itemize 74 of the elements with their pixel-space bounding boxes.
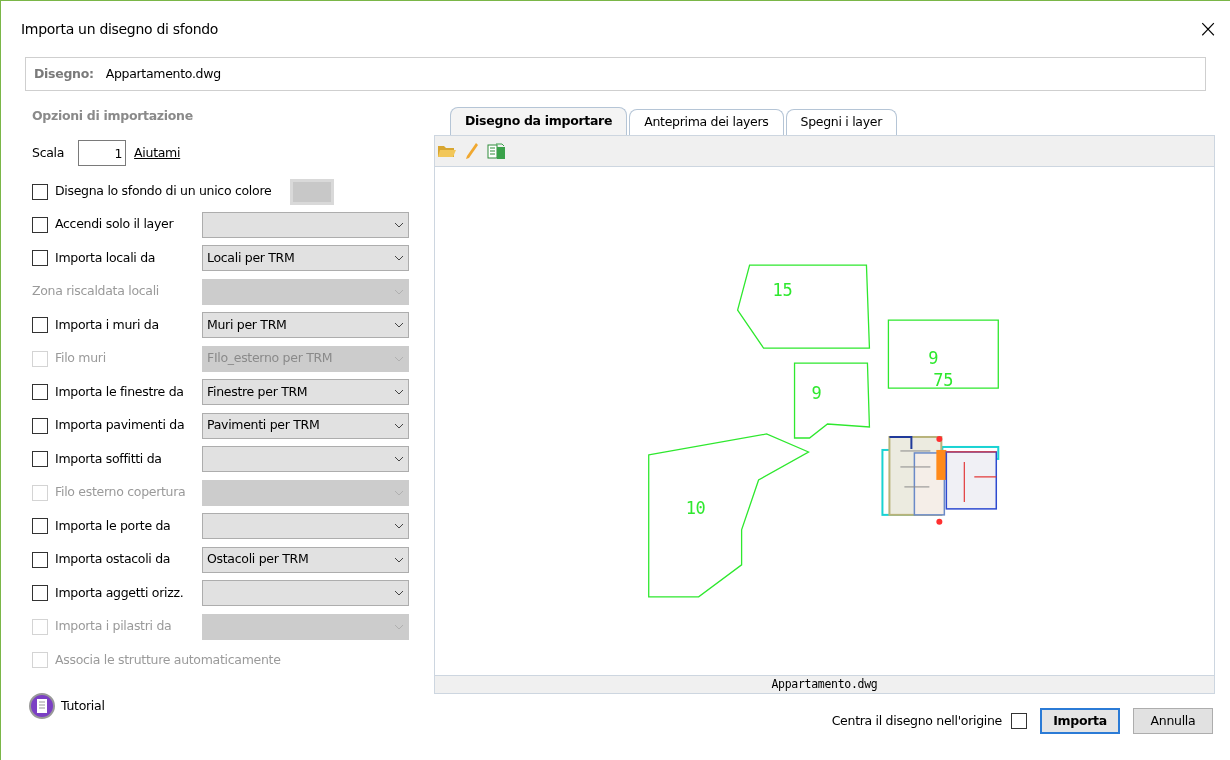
help-link[interactable]: Aiutami (134, 143, 181, 163)
dropdown[interactable] (202, 513, 409, 540)
section-heading: Opzioni di importazione (32, 107, 194, 125)
close-button[interactable]: × (1196, 17, 1220, 41)
dropdown[interactable]: Finestre per TRM (202, 379, 409, 406)
dropdown[interactable]: Pavimenti per TRM (202, 412, 409, 439)
checkbox[interactable] (32, 183, 48, 200)
checkbox[interactable] (32, 585, 48, 602)
chevron-down-icon (394, 255, 404, 262)
window-title: Importa un disegno di sfondo (21, 19, 219, 39)
option-label: Accendi solo il layer (55, 215, 174, 234)
chevron-down-icon (394, 221, 404, 228)
chevron-down-icon (394, 489, 404, 496)
checkbox[interactable] (1011, 713, 1027, 729)
checkbox[interactable] (32, 451, 48, 468)
chevron-down-icon (394, 523, 404, 530)
chevron-down-icon (394, 389, 404, 396)
option-label: Importa le finestre da (55, 382, 184, 401)
tab[interactable]: Anteprima dei layers (629, 109, 784, 135)
file-label: Disegno: (34, 64, 94, 83)
chevron-down-icon (394, 556, 404, 563)
dropdown[interactable]: Muri per TRM (202, 312, 409, 339)
chevron-down-icon (394, 355, 404, 362)
option-label: Importa i pilastri da (55, 617, 172, 636)
option-label: Importa le porte da (55, 516, 171, 535)
scale-field[interactable]: 1 (78, 140, 127, 166)
folder-icon[interactable] (437, 143, 457, 159)
checkbox[interactable] (32, 518, 48, 535)
tutorial-link[interactable]: Tutorial (61, 696, 105, 716)
option-label: Importa ostacoli da (55, 550, 171, 569)
option-label: Filo esterno copertura (55, 483, 186, 502)
chevron-down-icon (394, 322, 404, 329)
room-number: 75 (933, 370, 954, 391)
center-label: Centra il disegno nell'origine (831, 711, 1002, 730)
room-number: 15 (772, 280, 793, 301)
dropdown[interactable] (202, 211, 409, 238)
chevron-down-icon (394, 456, 404, 463)
option-label: Importa i muri da (55, 315, 159, 334)
checkbox[interactable] (32, 216, 48, 233)
option-label: Importa pavimenti da (55, 416, 185, 435)
pencil-icon[interactable] (465, 142, 479, 160)
option-label: Disegna lo sfondo di un unico colore (55, 182, 272, 201)
option-label: Importa soffitti da (55, 449, 162, 468)
file-name: Appartamento.dwg (105, 64, 221, 83)
room-number: 9 (928, 348, 939, 369)
dialog-button[interactable]: Annulla (1133, 708, 1213, 734)
book-icon[interactable] (29, 693, 55, 719)
chevron-down-icon (394, 422, 404, 429)
drawing-file-name: Appartamento.dwg (771, 675, 878, 693)
chevron-down-icon (394, 288, 404, 295)
chevron-down-icon (394, 590, 404, 597)
option-label: Importa locali da (55, 248, 156, 267)
scale-label: Scala (32, 143, 65, 162)
dropdown[interactable]: Ostacoli per TRM (202, 546, 409, 573)
tab[interactable]: Disegno da importare (450, 107, 628, 135)
option-label: Importa aggetti orizz. (55, 583, 184, 602)
dropdown[interactable] (202, 446, 409, 473)
option-label: Associa le strutture automaticamente (55, 650, 281, 669)
option-label: Filo muri (55, 349, 106, 368)
copy-icon[interactable] (487, 142, 507, 160)
checkbox[interactable] (32, 384, 48, 401)
chevron-down-icon (394, 623, 404, 630)
checkbox[interactable] (32, 317, 48, 334)
room-number: 9 (811, 383, 822, 404)
tab[interactable]: Spegni i layer (785, 109, 898, 135)
option-label: Zona riscaldata locali (32, 282, 160, 301)
dropdown[interactable]: Locali per TRM (202, 245, 409, 272)
room-number: 10 (685, 497, 706, 518)
checkbox[interactable] (32, 551, 48, 568)
dropdown[interactable] (202, 580, 409, 607)
checkbox[interactable] (32, 250, 48, 267)
color-swatch[interactable] (290, 178, 335, 205)
checkbox[interactable] (32, 417, 48, 434)
dialog-button[interactable]: Importa (1040, 708, 1120, 734)
